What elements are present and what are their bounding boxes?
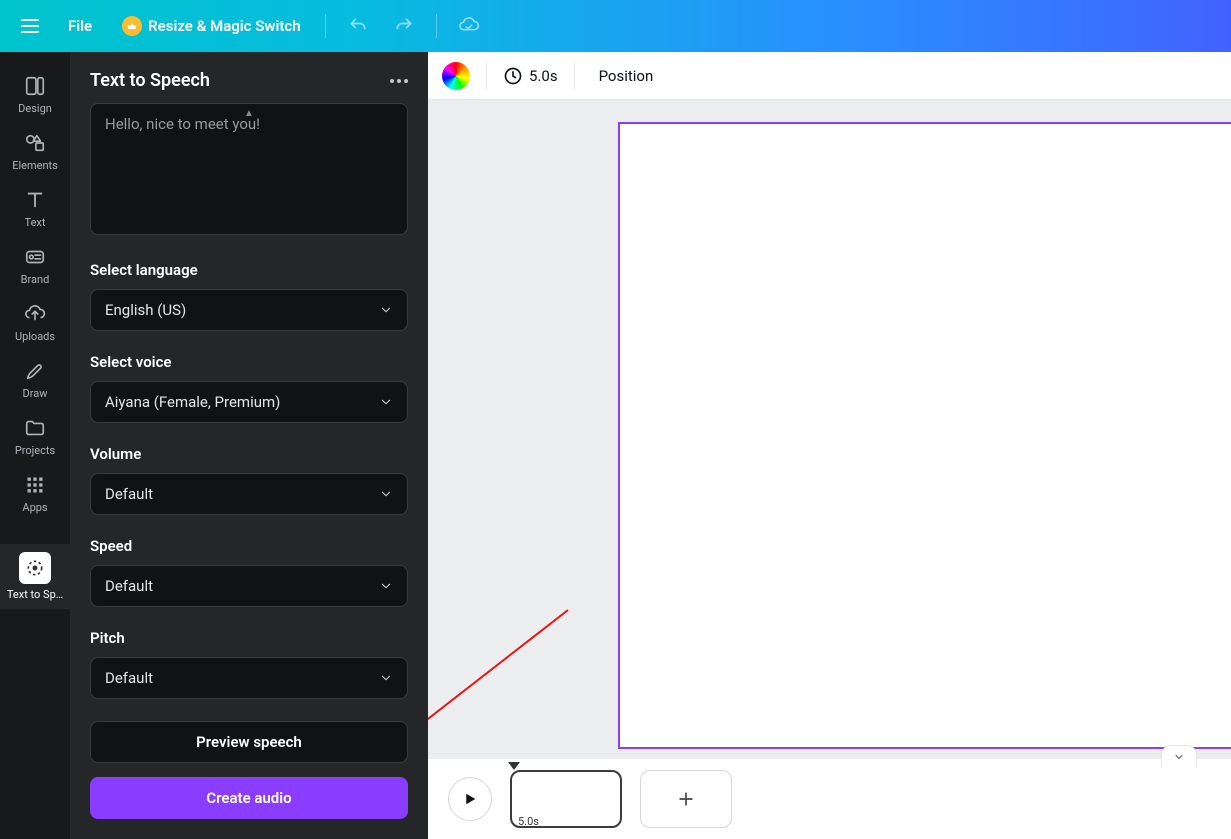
resize-magic-switch-button[interactable]: Resize & Magic Switch xyxy=(114,12,308,40)
clock-icon xyxy=(503,66,523,86)
duration-button[interactable]: 5.0s xyxy=(503,66,558,86)
text-to-speech-panel: Text to Speech ▲ Hello, nice to meet you… xyxy=(70,52,428,839)
redo-button[interactable] xyxy=(388,10,420,42)
undo-icon xyxy=(348,16,368,36)
context-toolbar: 5.0s Position xyxy=(428,52,1231,100)
hamburger-menu-button[interactable] xyxy=(14,10,46,42)
sidebar-item-text[interactable]: Text xyxy=(0,180,70,237)
sidebar-item-uploads[interactable]: Uploads xyxy=(0,294,70,351)
select-value: Default xyxy=(105,485,153,503)
preview-speech-button[interactable]: Preview speech xyxy=(90,721,408,763)
volume-select[interactable]: Default xyxy=(90,473,408,515)
panel-title: Text to Speech xyxy=(90,70,210,91)
apps-icon xyxy=(23,473,47,497)
chevron-down-icon xyxy=(379,671,393,685)
language-label: Select language xyxy=(90,261,408,279)
sidebar-item-design[interactable]: Design xyxy=(0,66,70,123)
undo-button[interactable] xyxy=(342,10,374,42)
tts-text-input[interactable]: Hello, nice to meet you! xyxy=(90,103,408,235)
toolbar-divider xyxy=(486,63,487,89)
pitch-label: Pitch xyxy=(90,629,408,647)
header-divider xyxy=(325,14,326,38)
sidebar-item-apps[interactable]: Apps xyxy=(0,465,70,522)
play-icon xyxy=(461,790,479,808)
app-header: File Resize & Magic Switch xyxy=(0,0,1231,52)
draw-icon xyxy=(23,359,47,383)
add-page-button[interactable] xyxy=(640,770,732,828)
select-value: Default xyxy=(105,577,153,595)
select-value: English (US) xyxy=(105,301,186,319)
sidebar-item-label: Design xyxy=(18,102,52,115)
uploads-icon xyxy=(23,302,47,326)
sidebar-item-label: Apps xyxy=(22,501,47,514)
sidebar-item-brand[interactable]: Brand xyxy=(0,237,70,294)
sidebar-item-label: Brand xyxy=(21,273,50,286)
resize-label: Resize & Magic Switch xyxy=(148,17,300,35)
sidebar-item-draw[interactable]: Draw xyxy=(0,351,70,408)
chevron-down-icon xyxy=(379,579,393,593)
sidebar-item-label: Draw xyxy=(23,387,48,400)
chevron-down-icon xyxy=(379,487,393,501)
sidebar-item-label: Uploads xyxy=(15,330,55,343)
crown-icon xyxy=(122,16,142,36)
voice-select[interactable]: Aiyana (Female, Premium) xyxy=(90,381,408,423)
timeline-collapse-button[interactable] xyxy=(1161,745,1197,767)
sidebar-item-label: Elements xyxy=(12,159,58,172)
cloud-check-icon xyxy=(458,15,480,37)
header-divider xyxy=(436,14,437,38)
text-icon xyxy=(23,188,47,212)
plus-icon xyxy=(676,789,696,809)
file-menu[interactable]: File xyxy=(60,13,100,39)
speed-label: Speed xyxy=(90,537,408,555)
sidebar-item-text-to-speech[interactable]: Text to Sp… xyxy=(0,544,70,609)
position-button[interactable]: Position xyxy=(591,63,662,89)
projects-icon xyxy=(23,416,47,440)
redo-icon xyxy=(394,16,414,36)
scroll-up-indicator: ▲ xyxy=(244,108,254,119)
create-audio-button[interactable]: Create audio xyxy=(90,777,408,819)
chevron-down-icon xyxy=(1173,751,1185,763)
left-sidebar: Design Elements Text Brand Uploads Draw xyxy=(0,52,70,839)
select-value: Default xyxy=(105,669,153,687)
language-select[interactable]: English (US) xyxy=(90,289,408,331)
sidebar-item-projects[interactable]: Projects xyxy=(0,408,70,465)
text-to-speech-app-icon xyxy=(19,552,51,584)
chevron-down-icon xyxy=(379,303,393,317)
sidebar-item-label: Projects xyxy=(15,444,55,457)
panel-more-button[interactable] xyxy=(390,79,408,83)
sidebar-item-elements[interactable]: Elements xyxy=(0,123,70,180)
speed-select[interactable]: Default xyxy=(90,565,408,607)
annotation-arrow-icon xyxy=(428,590,588,759)
play-button[interactable] xyxy=(448,777,492,821)
cloud-sync-button[interactable] xyxy=(453,10,485,42)
timeline-page-thumb[interactable]: 5.0s xyxy=(510,770,622,828)
brand-icon xyxy=(23,245,47,269)
canvas-page[interactable] xyxy=(618,122,1231,749)
canvas-area: 5.0s Position 5.0s xyxy=(428,52,1231,839)
pitch-select[interactable]: Default xyxy=(90,657,408,699)
thumb-duration-label: 5.0s xyxy=(518,815,539,828)
color-picker-button[interactable] xyxy=(442,62,470,90)
chevron-down-icon xyxy=(379,395,393,409)
elements-icon xyxy=(23,131,47,155)
canvas-viewport[interactable] xyxy=(428,100,1231,759)
duration-value: 5.0s xyxy=(529,67,558,85)
timeline: 5.0s xyxy=(428,759,1231,839)
volume-label: Volume xyxy=(90,445,408,463)
sidebar-item-label: Text xyxy=(25,216,46,229)
voice-label: Select voice xyxy=(90,353,408,371)
toolbar-divider xyxy=(574,63,575,89)
hamburger-icon xyxy=(21,19,39,33)
select-value: Aiyana (Female, Premium) xyxy=(105,393,280,411)
sidebar-item-label: Text to Sp… xyxy=(7,588,63,601)
design-icon xyxy=(23,74,47,98)
